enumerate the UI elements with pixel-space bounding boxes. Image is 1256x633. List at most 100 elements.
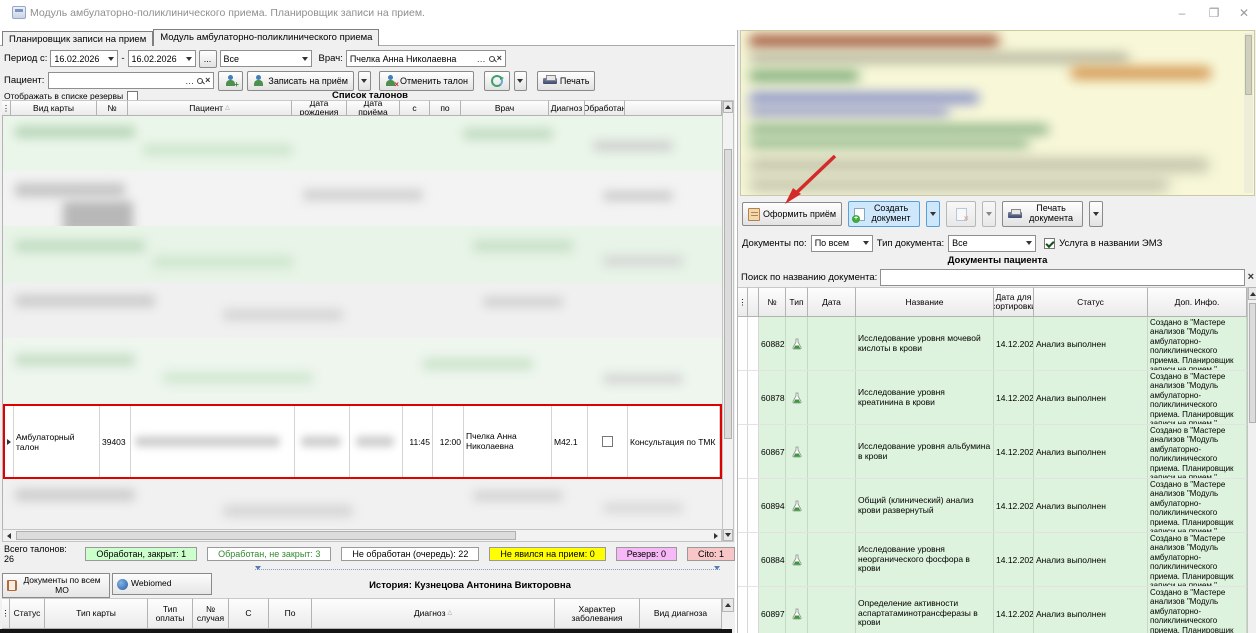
enroll-dropdown-button[interactable]: [358, 71, 371, 91]
tickets-horizontal-scrollbar[interactable]: [2, 529, 722, 542]
document-search-input[interactable]: [884, 273, 1240, 283]
refresh-dropdown-button[interactable]: [514, 71, 527, 91]
restore-button[interactable]: ❐: [1200, 4, 1228, 22]
delete-document-dropdown[interactable]: [982, 201, 996, 227]
scroll-thumb[interactable]: [1249, 303, 1256, 423]
col-from[interactable]: С: [229, 598, 269, 629]
column-chooser-icon[interactable]: ⋮: [738, 287, 748, 317]
delete-document-button[interactable]: ×: [946, 201, 976, 227]
collapse-icon[interactable]: [255, 566, 261, 570]
emz-checkbox[interactable]: [1044, 238, 1055, 249]
minimize-button[interactable]: –: [1168, 4, 1196, 22]
docs-by-select[interactable]: По всем: [811, 235, 873, 252]
scroll-up-button[interactable]: [1248, 287, 1256, 300]
scroll-down-button[interactable]: [723, 529, 733, 541]
documents-scrollbar[interactable]: [1247, 287, 1256, 633]
document-row[interactable]: 60884 Исследование уровня неорганическог…: [738, 533, 1247, 587]
department-select[interactable]: Все: [220, 50, 312, 67]
col-sort-date[interactable]: Дата для сортировки: [994, 287, 1034, 317]
col-birthdate[interactable]: Дата рождения: [292, 100, 347, 116]
documents-table-body[interactable]: 60882 Исследование уровня мочевой кислот…: [738, 317, 1247, 633]
tab-docs-all-mo[interactable]: Документы по всем МО: [2, 573, 110, 598]
col-number[interactable]: №: [97, 100, 128, 116]
col-status[interactable]: Статус: [10, 598, 45, 629]
document-row[interactable]: 60878 Исследование уровня креатинина в к…: [738, 371, 1247, 425]
tab-webiomed[interactable]: Webiomed: [112, 573, 212, 595]
date-to-picker[interactable]: 16.02.2026: [128, 50, 196, 67]
clear-search-icon[interactable]: ×: [1248, 272, 1254, 283]
scroll-up-button[interactable]: [723, 101, 733, 113]
col-date[interactable]: Дата: [808, 287, 856, 317]
scroll-thumb[interactable]: [16, 531, 516, 540]
refresh-button[interactable]: [484, 71, 510, 91]
print-button[interactable]: Печать: [537, 71, 595, 91]
col-disease-character[interactable]: Характер заболевания: [555, 598, 640, 629]
enroll-button[interactable]: Записать на приём: [247, 71, 354, 91]
col-card-type[interactable]: Тип карты: [45, 598, 148, 629]
col-processed[interactable]: Обработан: [585, 100, 625, 116]
print-document-dropdown[interactable]: [1089, 201, 1103, 227]
column-chooser-icon[interactable]: ⋮: [2, 100, 11, 116]
more-icon[interactable]: …: [185, 76, 195, 86]
panel-splitter[interactable]: [255, 569, 720, 577]
scroll-left-button[interactable]: [3, 530, 14, 541]
patient-field[interactable]: … ×: [48, 72, 214, 89]
col-visit-date[interactable]: Дата приёма: [347, 100, 400, 116]
doctor-field[interactable]: … ×: [346, 50, 506, 67]
clear-icon[interactable]: ×: [205, 76, 210, 85]
col-doctor[interactable]: Врач: [461, 100, 549, 116]
col-type[interactable]: Тип: [786, 287, 808, 317]
date-from-picker[interactable]: 16.02.2026: [50, 50, 118, 67]
col-to[interactable]: По: [269, 598, 312, 629]
search-icon[interactable]: [197, 78, 203, 84]
history-scroll-up-button[interactable]: [722, 598, 734, 612]
patient-input[interactable]: [52, 76, 183, 86]
col-group[interactable]: [748, 287, 759, 317]
doctor-input[interactable]: [350, 54, 475, 64]
tickets-table-body[interactable]: Амбулаторный талон 39403 11:45 12:00 Пче…: [2, 116, 722, 529]
create-document-button[interactable]: +Создать документ: [848, 201, 920, 227]
period-more-button[interactable]: ...: [199, 50, 217, 68]
col-extra[interactable]: [625, 100, 722, 116]
scroll-thumb[interactable]: [724, 149, 732, 439]
selected-ticket-row[interactable]: Амбулаторный талон 39403 11:45 12:00 Пче…: [3, 404, 722, 479]
col-diagnosis[interactable]: Диагноз: [549, 100, 585, 116]
cancel-ticket-button[interactable]: ×Отменить талон: [379, 71, 474, 91]
create-document-dropdown[interactable]: [926, 201, 940, 227]
col-info[interactable]: Доп. Инфо.: [1148, 287, 1247, 317]
document-row[interactable]: 60882 Исследование уровня мочевой кислот…: [738, 317, 1247, 371]
col-number[interactable]: №: [759, 287, 786, 317]
close-button[interactable]: ✕: [1230, 4, 1256, 22]
register-visit-button[interactable]: Оформить приём: [742, 202, 842, 226]
col-status[interactable]: Статус: [1034, 287, 1148, 317]
date-from-value: 16.02.2026: [54, 54, 99, 64]
document-search-field[interactable]: [880, 269, 1244, 286]
document-row[interactable]: 60867 Исследование уровня альбумина в кр…: [738, 425, 1247, 479]
col-diagnosis[interactable]: Диагноз△: [312, 598, 555, 629]
column-chooser-icon[interactable]: ⋮: [2, 598, 10, 629]
document-row[interactable]: 60894 Общий (клинический) анализ крови р…: [738, 479, 1247, 533]
tickets-vertical-scrollbar[interactable]: [722, 100, 734, 542]
select-patient-button[interactable]: +: [218, 71, 243, 91]
doc-type-select[interactable]: Все: [948, 235, 1036, 252]
document-row[interactable]: 60897 Определение активности аспартатами…: [738, 587, 1247, 633]
col-patient[interactable]: Пациент△: [128, 100, 292, 116]
processed-checkbox[interactable]: [602, 436, 613, 447]
col-time-from[interactable]: с: [400, 100, 430, 116]
more-icon[interactable]: …: [477, 54, 487, 64]
print-document-button[interactable]: Печать документа: [1002, 201, 1083, 227]
tab-planner[interactable]: Планировщик записи на прием: [2, 31, 153, 46]
col-diagnosis-kind[interactable]: Вид диагноза: [640, 598, 722, 629]
col-pay-type[interactable]: Тип оплаты: [148, 598, 193, 629]
collapse-icon[interactable]: [714, 566, 720, 570]
col-card-type[interactable]: Вид карты: [11, 100, 97, 116]
scroll-right-button[interactable]: [710, 530, 721, 541]
col-time-to[interactable]: по: [430, 100, 461, 116]
search-icon[interactable]: [489, 56, 495, 62]
clear-icon[interactable]: ×: [497, 54, 502, 63]
col-case-number[interactable]: № случая: [193, 598, 229, 629]
col-name[interactable]: Название: [856, 287, 994, 317]
patient-info-scrollbar[interactable]: [1244, 33, 1253, 193]
scroll-thumb[interactable]: [1245, 35, 1252, 95]
tab-module[interactable]: Модуль амбулаторно-поликлинического прие…: [153, 29, 379, 46]
